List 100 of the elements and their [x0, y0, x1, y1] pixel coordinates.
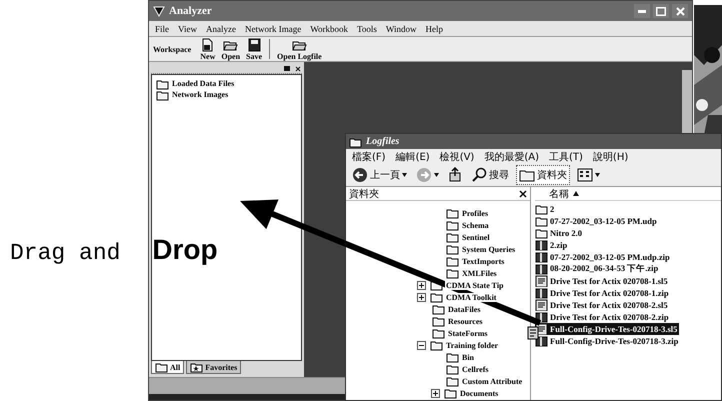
- list-entry[interactable]: Nitro 2.0: [535, 227, 584, 239]
- scroll-bar[interactable]: [682, 70, 692, 134]
- folder-icon: [446, 363, 459, 375]
- pin-icon: [282, 64, 292, 72]
- list-entry[interactable]: 08-20-2002_06-34-53 下午.zip: [535, 263, 660, 275]
- maximize-button[interactable]: [653, 4, 669, 18]
- column-header[interactable]: 名稱: [535, 187, 721, 201]
- search-button[interactable]: 搜尋: [469, 166, 511, 184]
- menu-item[interactable]: 說明(H): [592, 150, 628, 164]
- folder-icon: [430, 291, 443, 303]
- expand-icon: [431, 388, 440, 398]
- panel-tab[interactable]: All: [151, 361, 184, 374]
- close-icon: [676, 6, 684, 16]
- menu-item[interactable]: View: [178, 24, 197, 34]
- list-entry[interactable]: Full-Config-Drive-Tes-020718-3.sl5: [535, 323, 680, 335]
- drag-file-icon: [527, 326, 539, 340]
- folder-icon: [430, 339, 443, 351]
- minimize-button[interactable]: [634, 4, 650, 18]
- folder-icon: [446, 219, 459, 231]
- archive-icon: [535, 287, 548, 299]
- toolbar-button[interactable]: Open: [220, 38, 242, 60]
- tree-item[interactable]: Documents: [459, 388, 500, 398]
- toolbar-button[interactable]: [575, 166, 602, 184]
- archive-icon: [535, 263, 548, 275]
- menu-item[interactable]: Window: [386, 24, 416, 34]
- window-title: Logfiles: [366, 136, 400, 147]
- list-entry[interactable]: 2.zip: [535, 239, 570, 251]
- close-button[interactable]: [672, 4, 688, 18]
- tree-item[interactable]: Schema: [461, 220, 490, 230]
- close-icon: [519, 190, 527, 198]
- tree-item[interactable]: CDMA State Tip: [445, 280, 504, 290]
- search-icon: [471, 167, 487, 183]
- collapse-icon: [417, 340, 426, 350]
- folder-icon: [535, 227, 548, 239]
- toolbar-button[interactable]: Open Logfile: [276, 38, 323, 60]
- tree-item[interactable]: Profiles: [461, 208, 490, 218]
- tree-item[interactable]: Bin: [461, 352, 476, 362]
- menu-item[interactable]: 檢視(V): [440, 150, 474, 164]
- list-entry[interactable]: 2: [535, 203, 556, 215]
- expand-icon: [417, 280, 426, 290]
- menu-item[interactable]: Workbook: [310, 24, 348, 34]
- tree-item[interactable]: StateForms: [447, 328, 489, 338]
- folder-icon: [432, 327, 445, 339]
- list-entry[interactable]: Drive Test for Actix 020708-2.sl5: [535, 299, 670, 311]
- menu-item[interactable]: 我的最愛(A): [484, 150, 539, 164]
- up-folder-icon: [448, 167, 462, 183]
- tree-item[interactable]: System Queries: [461, 244, 516, 254]
- tree-item[interactable]: CDMA Toolkit: [445, 292, 498, 302]
- tree-item[interactable]: Loaded Data Files: [172, 79, 234, 88]
- menu-item[interactable]: Help: [426, 24, 443, 34]
- folder-icon: [156, 78, 169, 90]
- tree-item[interactable]: Sentinel: [461, 232, 491, 242]
- folder-icon: [446, 243, 459, 255]
- tree-item[interactable]: DataFiles: [447, 304, 482, 314]
- list-entry[interactable]: Full-Config-Drive-Tes-020718-3.zip: [535, 335, 680, 347]
- archive-icon: [535, 335, 548, 347]
- tree-item[interactable]: Cellrefs: [461, 364, 490, 374]
- close-icon: [294, 64, 302, 72]
- folder-icon: [535, 215, 548, 227]
- panel-tab[interactable]: Favorites: [186, 361, 242, 374]
- window-title: Analyzer: [169, 5, 213, 17]
- caret-icon: [595, 173, 600, 177]
- maximize-icon: [656, 6, 666, 16]
- folder-icon: [432, 303, 445, 315]
- list-entry[interactable]: Drive Test for Actix 020708-1.zip: [535, 287, 671, 299]
- toolbar-button[interactable]: New: [199, 38, 216, 60]
- list-entry[interactable]: Drive Test for Actix 020708-2.zip: [535, 311, 671, 323]
- list-entry[interactable]: 07-27-2002_03-12-05 PM.udp.zip: [535, 251, 672, 263]
- caret-icon: [402, 173, 407, 177]
- tree-item[interactable]: XMLFiles: [461, 268, 498, 278]
- tree-item[interactable]: TextImports: [461, 256, 506, 266]
- folder-icon: [444, 387, 457, 399]
- expand-icon: [417, 292, 426, 302]
- menu-item[interactable]: Network Image: [244, 24, 302, 34]
- tree-item[interactable]: Training folder: [445, 340, 500, 350]
- toolbar-button[interactable]: 上一頁: [350, 166, 409, 184]
- toolbar-button[interactable]: 資料夾: [516, 165, 570, 185]
- sort-ascending-icon: [573, 191, 579, 196]
- menu-item[interactable]: 工具(T): [549, 150, 583, 164]
- folder-icon: [156, 88, 169, 100]
- archive-icon: [535, 251, 548, 263]
- toolbar-button[interactable]: Save: [245, 38, 264, 60]
- menu-item[interactable]: 檔案(F): [352, 150, 386, 164]
- app-logo-icon: [153, 5, 165, 17]
- toolbar-label: Workspace: [153, 44, 192, 54]
- tree-item[interactable]: Resources: [447, 316, 484, 326]
- menu-item[interactable]: Tools: [356, 24, 377, 34]
- menu-item[interactable]: File: [155, 24, 170, 34]
- menu-item[interactable]: 編輯(E): [396, 150, 430, 164]
- back-icon: [352, 167, 368, 183]
- menu-item[interactable]: Analyze: [206, 24, 236, 34]
- pane-title: 資料夾: [349, 188, 379, 200]
- tree-item[interactable]: Custom Attribute: [461, 376, 524, 386]
- list-entry[interactable]: Drive Test for Actix 020708-1.sl5: [535, 275, 670, 287]
- folder-icon: [432, 315, 445, 327]
- document-icon: [535, 299, 548, 311]
- list-entry[interactable]: 07-27-2002_03-12-05 PM.udp: [535, 215, 659, 227]
- annotation-caption: Drag and Drop: [10, 234, 218, 266]
- tree-item[interactable]: Network Images: [172, 90, 228, 99]
- folder-icon: [535, 203, 548, 215]
